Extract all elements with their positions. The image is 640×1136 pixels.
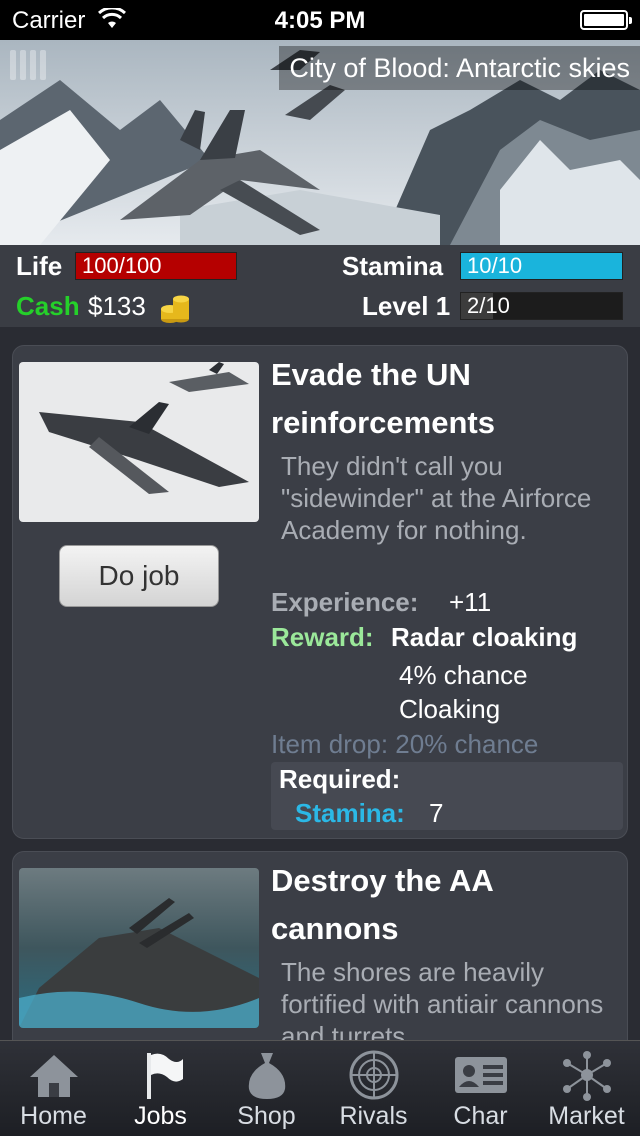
requirements-box: Required: Stamina: 7 bbox=[271, 762, 623, 830]
job-image bbox=[19, 362, 259, 522]
job-card: Evade the UN reinforcements They didn't … bbox=[12, 345, 628, 839]
tab-char[interactable]: Char bbox=[427, 1041, 534, 1136]
location-title: City of Blood: Antarctic skies bbox=[279, 46, 640, 90]
life-label: Life bbox=[16, 251, 63, 281]
cash-label: Cash bbox=[16, 291, 80, 321]
tab-market[interactable]: Market bbox=[533, 1041, 640, 1136]
job-card: Destroy the AA cannons The shores are he… bbox=[12, 851, 628, 1040]
stamina-value: 10/10 bbox=[467, 253, 523, 278]
experience-label: Experience: bbox=[271, 587, 419, 617]
tab-label: Char bbox=[453, 1102, 508, 1130]
tab-shop[interactable]: Shop bbox=[213, 1041, 320, 1136]
job-title: Evade the UN reinforcements bbox=[271, 357, 495, 440]
money-bag-icon bbox=[248, 1053, 285, 1099]
item-drop: Item drop: 20% chance bbox=[271, 729, 539, 759]
required-label: Required: bbox=[279, 764, 401, 794]
life-bar: 100/100 bbox=[75, 252, 237, 280]
level-bar: 2/10 bbox=[460, 292, 623, 320]
do-job-button[interactable]: Do job bbox=[59, 545, 219, 607]
network-icon bbox=[562, 1051, 611, 1101]
life-value: 100/100 bbox=[82, 253, 162, 278]
job-title: Destroy the AA cannons bbox=[271, 863, 493, 946]
job-description: They didn't call you "sidewinder" at the… bbox=[281, 451, 592, 545]
status-bar: Carrier 4:05 PM bbox=[0, 0, 640, 40]
level-value: 2/10 bbox=[467, 293, 510, 318]
tab-label: Home bbox=[20, 1102, 87, 1130]
app-root: Carrier 4:05 PM City of Blood: Antarctic… bbox=[0, 0, 640, 1136]
id-card-icon bbox=[454, 1057, 507, 1093]
flag-icon bbox=[146, 1053, 183, 1099]
tab-jobs[interactable]: Jobs bbox=[107, 1041, 214, 1136]
battery-icon bbox=[580, 10, 632, 30]
tab-label: Market bbox=[548, 1102, 625, 1130]
job-image bbox=[19, 868, 259, 1028]
tab-label: Rivals bbox=[339, 1102, 408, 1130]
stamina-label: Stamina bbox=[342, 251, 444, 281]
tab-rivals[interactable]: Rivals bbox=[320, 1041, 427, 1136]
experience-value: +11 bbox=[449, 587, 492, 617]
job-list[interactable]: Evade the UN reinforcements They didn't … bbox=[0, 327, 640, 1040]
tab-label: Jobs bbox=[134, 1102, 187, 1130]
job-description: The shores are heavily fortified with an… bbox=[281, 957, 604, 1040]
cash-value: $133 bbox=[88, 291, 146, 321]
reward-type: Cloaking bbox=[399, 694, 501, 724]
required-stat-value: 7 bbox=[429, 798, 444, 828]
player-stats: Life 100/100 Stamina 10/10 Cash $133 Lev… bbox=[0, 245, 640, 327]
tab-label: Shop bbox=[237, 1102, 296, 1130]
coins-icon bbox=[161, 295, 189, 323]
reward-label: Reward: bbox=[271, 622, 374, 652]
drag-handle[interactable] bbox=[10, 50, 50, 80]
reward-value: Radar cloaking bbox=[391, 622, 578, 652]
tab-bar: Home Jobs Shop Rivals Char Market bbox=[0, 1040, 640, 1136]
location-banner: City of Blood: Antarctic skies bbox=[0, 40, 640, 245]
clock: 4:05 PM bbox=[274, 7, 366, 34]
home-icon bbox=[29, 1055, 78, 1097]
radar-icon bbox=[349, 1050, 398, 1100]
reward-chance: 4% chance bbox=[399, 660, 528, 690]
stamina-bar: 10/10 bbox=[460, 252, 623, 280]
level-label: Level 1 bbox=[362, 291, 451, 321]
required-stat-label: Stamina: bbox=[295, 798, 405, 828]
tab-home[interactable]: Home bbox=[0, 1041, 107, 1136]
